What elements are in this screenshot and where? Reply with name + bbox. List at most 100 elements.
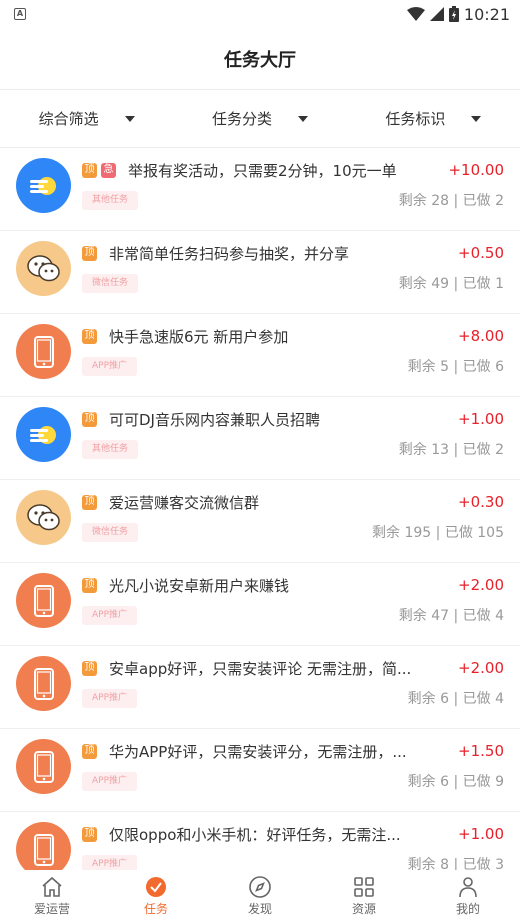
task-avatar <box>16 241 71 296</box>
task-title: 安卓app好评，只需安装评论 无需注册，简... <box>109 659 412 678</box>
task-reward: +2.00 <box>458 659 504 677</box>
home-icon <box>42 876 62 897</box>
task-header: 顶安卓app好评，只需安装评论 无需注册，简... +2.00 <box>82 657 504 679</box>
task-avatar <box>16 158 71 213</box>
task-header: 顶华为APP好评，只需安装评分，无需注册，... +1.50 <box>82 740 504 762</box>
tab-label: 爱运营 <box>33 902 70 916</box>
wifi-icon <box>406 7 425 21</box>
task-title: 仅限oppo和小米手机：好评任务，无需注... <box>109 825 401 844</box>
task-meta: APP推广 剩余 5 | 已做 6 <box>82 356 504 376</box>
top-badge: 顶 <box>82 162 97 178</box>
top-badge: 顶 <box>82 743 97 759</box>
phone-icon <box>33 750 55 783</box>
top-badge: 顶 <box>82 577 97 593</box>
task-row[interactable]: 顶爱运营赚客交流微信群 +0.30 微信任务 剩余 195 | 已做 105 <box>0 480 520 563</box>
task-avatar <box>16 407 71 462</box>
wechat-icon <box>26 502 62 534</box>
filter-label: 综合筛选 <box>38 110 99 128</box>
task-meta: 微信任务 剩余 49 | 已做 1 <box>82 273 504 293</box>
status-time: 10:21 <box>463 4 510 24</box>
tab-label: 我的 <box>455 902 480 916</box>
page-title: 任务大厅 <box>224 49 296 71</box>
task-reward: +0.30 <box>458 493 504 511</box>
filter-bar: 综合筛选 任务分类 任务标识 <box>0 90 520 148</box>
phone-icon <box>33 833 55 866</box>
task-header: 顶可可DJ音乐网内容兼职人员招聘 +1.00 <box>82 408 504 430</box>
header: 任务大厅 <box>0 28 520 90</box>
task-category-tag: 微信任务 <box>82 273 139 293</box>
task-row[interactable]: 顶仅限oppo和小米手机：好评任务，无需注... +1.00 APP推广 剩余 8 |… <box>0 812 520 870</box>
filter-comprehensive[interactable]: 综合筛选 <box>0 108 173 129</box>
task-reward: +1.50 <box>458 742 504 760</box>
task-row[interactable]: 顶光凡小说安卓新用户来赚钱 +2.00 APP推广 剩余 47 | 已做 4 <box>0 563 520 646</box>
task-meta: 其他任务 剩余 28 | 已做 2 <box>82 190 504 210</box>
tab-label: 发现 <box>247 902 272 916</box>
tab-me[interactable]: 我的 <box>416 870 520 922</box>
task-list: 顶急举报有奖活动，只需要2分钟，10元一单 +10.00 其他任务 剩余 28 | 已… <box>0 148 520 870</box>
wechat-icon <box>26 253 62 285</box>
task-header: 顶急举报有奖活动，只需要2分钟，10元一单 +10.00 <box>82 159 504 181</box>
caret-down-icon <box>298 115 308 122</box>
task-stats: 剩余 6 | 已做 4 <box>407 691 504 707</box>
task-stats: 剩余 47 | 已做 4 <box>398 608 504 624</box>
task-category-tag: APP推广 <box>82 688 138 708</box>
compass-icon <box>249 876 271 898</box>
task-header: 顶爱运营赚客交流微信群 +0.30 <box>82 491 504 513</box>
task-category-tag: APP推广 <box>82 771 138 791</box>
task-avatar <box>16 324 71 379</box>
task-title: 非常简单任务扫码参与抽奖，并分享 <box>109 244 350 263</box>
task-header: 顶快手急速版6元 新用户参加 +8.00 <box>82 325 504 347</box>
task-row[interactable]: 顶非常简单任务扫码参与抽奖，并分享 +0.50 微信任务 剩余 49 | 已做 1 <box>0 231 520 314</box>
top-badge: 顶 <box>82 411 97 427</box>
grid-icon <box>354 877 374 897</box>
tab-tasks[interactable]: 任务 <box>104 870 208 922</box>
signal-icon <box>429 7 444 21</box>
task-title: 可可DJ音乐网内容兼职人员招聘 <box>109 410 320 429</box>
status-bar: A 10:21 <box>0 0 520 28</box>
bottom-tab-bar: 爱运营 任务 发现 资源 我的 <box>0 870 520 922</box>
phone-icon <box>33 584 55 617</box>
task-stats: 剩余 8 | 已做 3 <box>407 857 504 870</box>
phone-icon <box>33 335 55 368</box>
task-meta: APP推广 剩余 6 | 已做 4 <box>82 688 504 708</box>
task-avatar <box>16 656 71 711</box>
top-badge: 顶 <box>82 826 97 842</box>
task-meta: APP推广 剩余 47 | 已做 4 <box>82 605 504 625</box>
task-category-tag: APP推广 <box>82 356 138 376</box>
task-reward: +2.00 <box>458 576 504 594</box>
filter-label: 任务标识 <box>385 110 446 128</box>
task-category-tag: APP推广 <box>82 605 138 625</box>
task-category-tag: APP推广 <box>82 854 138 870</box>
task-row[interactable]: 顶华为APP好评，只需安装评分，无需注册，... +1.50 APP推广 剩余 6 |… <box>0 729 520 812</box>
tab-discover[interactable]: 发现 <box>208 870 312 922</box>
task-stats: 剩余 28 | 已做 2 <box>398 193 504 209</box>
task-reward: +10.00 <box>448 161 504 179</box>
task-stats: 剩余 13 | 已做 2 <box>398 442 504 458</box>
task-title: 爱运营赚客交流微信群 <box>109 493 260 512</box>
task-row[interactable]: 顶安卓app好评，只需安装评论 无需注册，简... +2.00 APP推广 剩余 6 … <box>0 646 520 729</box>
task-header: 顶光凡小说安卓新用户来赚钱 +2.00 <box>82 574 504 596</box>
tab-resources[interactable]: 资源 <box>312 870 416 922</box>
task-row[interactable]: 顶快手急速版6元 新用户参加 +8.00 APP推广 剩余 5 | 已做 6 <box>0 314 520 397</box>
task-category-tag: 其他任务 <box>82 439 139 459</box>
filter-marker[interactable]: 任务标识 <box>347 108 520 129</box>
task-reward: +8.00 <box>458 327 504 345</box>
filter-label: 任务分类 <box>211 110 272 128</box>
tab-label: 任务 <box>143 902 168 916</box>
tab-home[interactable]: 爱运营 <box>0 870 104 922</box>
task-avatar <box>16 739 71 794</box>
lines-icon <box>27 418 61 452</box>
lines-icon <box>27 169 61 203</box>
top-badge: 顶 <box>82 328 97 344</box>
filter-category[interactable]: 任务分类 <box>173 108 346 129</box>
tab-label: 资源 <box>351 902 376 916</box>
task-row[interactable]: 顶可可DJ音乐网内容兼职人员招聘 +1.00 其他任务 剩余 13 | 已做 2 <box>0 397 520 480</box>
task-meta: 微信任务 剩余 195 | 已做 105 <box>82 522 504 542</box>
task-title: 快手急速版6元 新用户参加 <box>109 327 289 346</box>
task-reward: +0.50 <box>458 244 504 262</box>
accessibility-notification-icon: A <box>14 8 26 20</box>
task-meta: APP推广 剩余 8 | 已做 3 <box>82 854 504 870</box>
task-row[interactable]: 顶急举报有奖活动，只需要2分钟，10元一单 +10.00 其他任务 剩余 28 | 已… <box>0 148 520 231</box>
top-badge: 顶 <box>82 660 97 676</box>
battery-icon <box>448 6 459 22</box>
